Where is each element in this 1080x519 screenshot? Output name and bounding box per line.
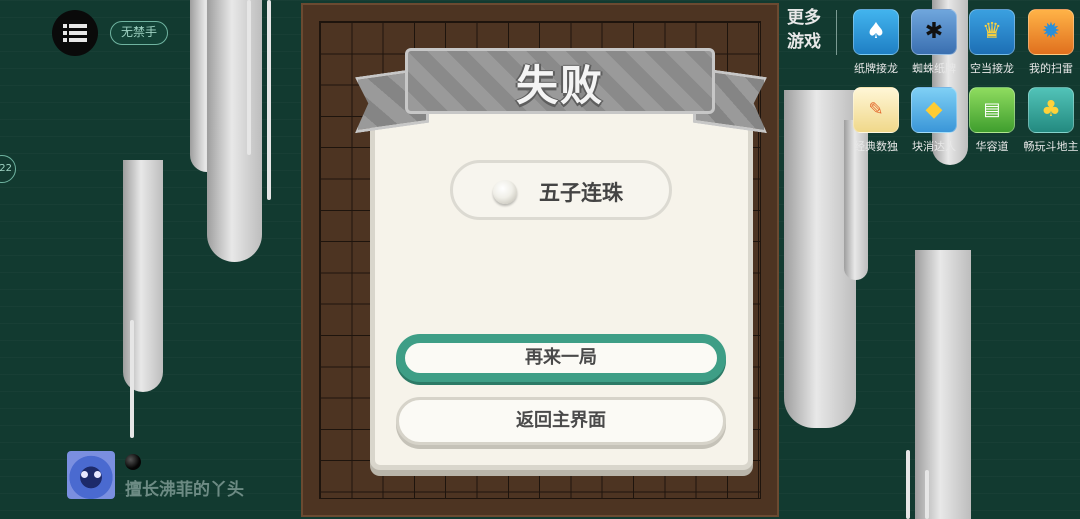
block-glyph: ◆ — [925, 97, 943, 122]
rule-badge: 无禁手 — [110, 21, 169, 45]
drip-decoration — [915, 250, 971, 519]
train-glyph: ▤ — [983, 99, 1001, 120]
avatar-eye — [81, 471, 88, 478]
game-klotski[interactable]: ▤ 华容道 — [962, 87, 1022, 154]
blocks-icon: ◆ — [911, 87, 957, 133]
game-label: 蜘蛛纸牌 — [912, 62, 956, 75]
train-icon: ▤ — [969, 87, 1015, 133]
game-landlord[interactable]: ♣ 畅玩斗地主 — [1021, 87, 1080, 154]
result-title: 失败 — [515, 61, 604, 110]
black-stone-icon — [125, 454, 141, 470]
game-label: 华容道 — [975, 140, 1009, 153]
game-mode-label: 五子连珠 — [539, 181, 623, 205]
mine-icon: ✹ — [1028, 9, 1074, 55]
landlord-icon: ♣ — [1028, 87, 1074, 133]
mine-glyph: ✹ — [1041, 19, 1061, 44]
pencil-glyph: ✎ — [868, 99, 884, 120]
drip-decoration — [906, 450, 910, 519]
avatar-eye — [94, 471, 101, 478]
crown-cards-icon: ♛ — [969, 9, 1015, 55]
card-glyph: ♠ — [866, 19, 886, 44]
game-mode-pill: 五子连珠 — [450, 160, 672, 220]
sudoku-icon: ✎ — [853, 87, 899, 133]
game-label: 空当接龙 — [970, 62, 1014, 75]
game-minesweeper[interactable]: ✹ 我的扫雷 — [1021, 9, 1080, 76]
spider-icon: ✱ — [911, 9, 957, 55]
cards-icon: ♠ — [853, 9, 899, 55]
game-freecell[interactable]: ♛ 空当接龙 — [962, 9, 1022, 76]
landlord-glyph: ♣ — [1041, 97, 1061, 122]
spider-glyph: ✱ — [924, 19, 944, 44]
divider — [836, 10, 837, 55]
menu-button[interactable] — [52, 10, 98, 56]
game-label: 畅玩斗地主 — [1023, 140, 1079, 153]
back-to-home-button[interactable]: 返回主界面 — [396, 397, 726, 445]
game-block-blast[interactable]: ◆ 块消达人 — [904, 87, 964, 154]
game-spider[interactable]: ✱ 蜘蛛纸牌 — [904, 9, 964, 76]
player-avatar[interactable] — [67, 451, 115, 499]
game-label: 纸牌接龙 — [854, 62, 898, 75]
drip-decoration — [130, 320, 134, 438]
game-label: 块消达人 — [912, 140, 956, 153]
menu-icon — [63, 24, 87, 42]
drip-decoration — [123, 160, 163, 392]
white-stone-icon — [493, 180, 517, 204]
drip-decoration — [247, 0, 251, 155]
game-label: 我的扫雷 — [1029, 62, 1073, 75]
game-label: 经典数独 — [854, 140, 898, 153]
game-sudoku[interactable]: ✎ 经典数独 — [846, 87, 906, 154]
drip-decoration — [267, 0, 271, 200]
game-solitaire[interactable]: ♠ 纸牌接龙 — [846, 9, 906, 76]
player-name: 擅长沸菲的丫头 — [125, 480, 244, 500]
more-games-label[interactable]: 更多游戏 — [784, 6, 824, 54]
crown-glyph: ♛ — [982, 19, 1002, 44]
replay-button[interactable]: 再来一局 — [396, 334, 726, 382]
drip-decoration — [925, 470, 929, 519]
drip-decoration — [207, 0, 262, 262]
